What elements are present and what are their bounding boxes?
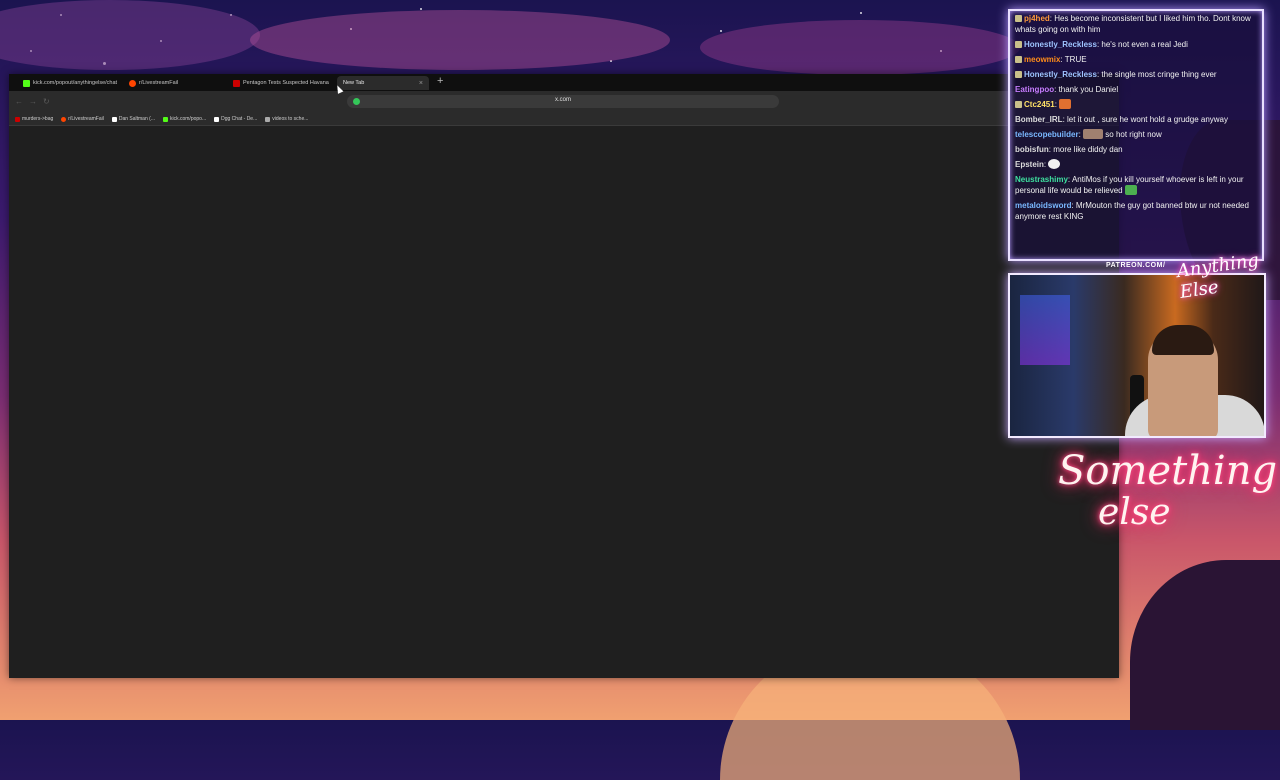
emote-icon (1048, 159, 1061, 169)
forward-arrow-icon[interactable]: → (29, 97, 37, 106)
bookmark-item[interactable]: r/LivestreamFail (61, 116, 104, 122)
chat-username: Eatingpoo (1015, 85, 1055, 94)
tab-kick-chat[interactable]: kick.com/popout/anythingelse/chat (17, 76, 127, 90)
subscriber-badge-icon (1015, 71, 1022, 78)
bookmark-item[interactable]: Dan Saltman (... (111, 116, 155, 122)
chat-username: Ctc2451 (1024, 100, 1055, 109)
kick-favicon-icon (162, 116, 168, 122)
bookmarks-bar: murders->bag r/LivestreamFail Dan Saltma… (9, 113, 1119, 126)
address-text: x.com (554, 97, 571, 103)
chat-message: Eatingpoo: thank you Daniel (1015, 85, 1119, 94)
bookmark-item[interactable]: kick.com/popo... (162, 116, 206, 122)
news-favicon-icon (233, 79, 240, 87)
emote-icon (1059, 99, 1072, 109)
chat-message: Bomber_IRL: let it out , sure he wont ho… (1015, 115, 1229, 124)
chat-text: Hes become inconsistent but I liked him … (1015, 14, 1251, 34)
folder-icon (265, 116, 271, 122)
chat-username: meowmix (1024, 55, 1061, 64)
chat-message: telescopebuilder: so hot right now (1015, 129, 1162, 139)
back-arrow-icon[interactable]: ← (15, 97, 23, 106)
reddit-favicon-icon (61, 116, 67, 122)
chat-username: Neustrashimy (1015, 175, 1068, 184)
tab-livestreamfail[interactable]: r/LivestreamFail (123, 76, 223, 90)
tab-label: Pentagon Tests Suspected Havana (243, 80, 329, 86)
tab-label: r/LivestreamFail (139, 80, 179, 86)
chat-username: Epstein (1015, 160, 1044, 169)
chat-message: Neustrashimy: AntiMos if you kill yourse… (1015, 175, 1244, 195)
subscriber-badge-icon (1015, 15, 1022, 22)
subscriber-badge-icon (1015, 56, 1022, 63)
bookmark-item[interactable]: murders->bag (15, 116, 53, 122)
chat-username: Honestly_Reckless (1024, 70, 1097, 79)
chat-username: telescopebuilder (1015, 130, 1079, 139)
reload-icon[interactable]: ↻ (43, 97, 50, 106)
browser-window: kick.com/popout/anythingelse/chat r/Live… (9, 74, 1119, 678)
youtube-favicon-icon (15, 116, 20, 122)
chat-text: the single most cringe thing ever (1101, 70, 1217, 79)
browser-toolbar: ← → ↻ x.com (9, 91, 1119, 113)
subscriber-badge-icon (1015, 101, 1022, 108)
chat-username: pj4hed (1024, 14, 1050, 23)
chat-message: Honestly_Reckless: he's not even a real … (1010, 37, 1262, 52)
chat-message: metaloidsword: MrMouton the guy got bann… (1015, 201, 1249, 221)
chat-username: metaloidsword (1015, 201, 1072, 210)
new-tab-button[interactable]: + (437, 75, 443, 87)
address-bar[interactable]: x.com (347, 95, 779, 108)
subscriber-badge-icon (1015, 41, 1022, 48)
chat-username: Honestly_Reckless (1024, 40, 1097, 49)
chat-username: bobisfun (1015, 145, 1049, 154)
tab-new-tab[interactable]: New Tab × (337, 76, 429, 90)
chat-message: Ctc2451: (1010, 97, 1262, 112)
patreon-link-text: PATREON.COM/ (1106, 262, 1166, 269)
dgg-favicon-icon (214, 116, 220, 122)
page-content (9, 127, 1119, 678)
chat-overlay: pj4hed: Hes become inconsistent but I li… (1008, 9, 1264, 261)
chat-message: Honestly_Reckless: the single most cring… (1010, 67, 1262, 82)
bookmark-item[interactable]: Dgg Chat - De... (214, 116, 257, 122)
chat-text: let it out , sure he wont hold a grudge … (1067, 115, 1229, 124)
emote-icon (1083, 129, 1104, 139)
chat-text: thank you Daniel (1058, 85, 1119, 94)
chat-text: more like diddy dan (1053, 145, 1123, 154)
close-tab-icon[interactable]: × (419, 80, 423, 87)
chat-message: meowmix: TRUE (1010, 52, 1262, 67)
reddit-favicon-icon (129, 79, 136, 87)
chat-message: Epstein: (1010, 157, 1262, 172)
chat-text: so hot right now (1105, 130, 1162, 139)
tab-label: kick.com/popout/anythingelse/chat (33, 80, 118, 86)
tab-pentagon-article[interactable]: Pentagon Tests Suspected Havana (227, 76, 337, 90)
chat-message: bobisfun: more like diddy dan (1015, 145, 1123, 154)
x-favicon-icon (111, 116, 117, 122)
neon-line-1: Something (1058, 448, 1278, 494)
chat-message: pj4hed: Hes become inconsistent but I li… (1015, 14, 1251, 34)
chat-text: TRUE (1064, 55, 1087, 64)
tab-strip: kick.com/popout/anythingelse/chat r/Live… (9, 74, 1119, 91)
chat-text: he's not even a real Jedi (1101, 40, 1188, 49)
bookmark-folder[interactable]: videos to sche... (265, 116, 308, 122)
emote-icon (1124, 185, 1137, 195)
kick-favicon-icon (23, 79, 30, 87)
chat-username: Bomber_IRL (1015, 115, 1063, 124)
webcam-feed (1008, 273, 1266, 438)
tab-label: New Tab (343, 80, 365, 86)
neon-line-2: else (1098, 492, 1171, 533)
